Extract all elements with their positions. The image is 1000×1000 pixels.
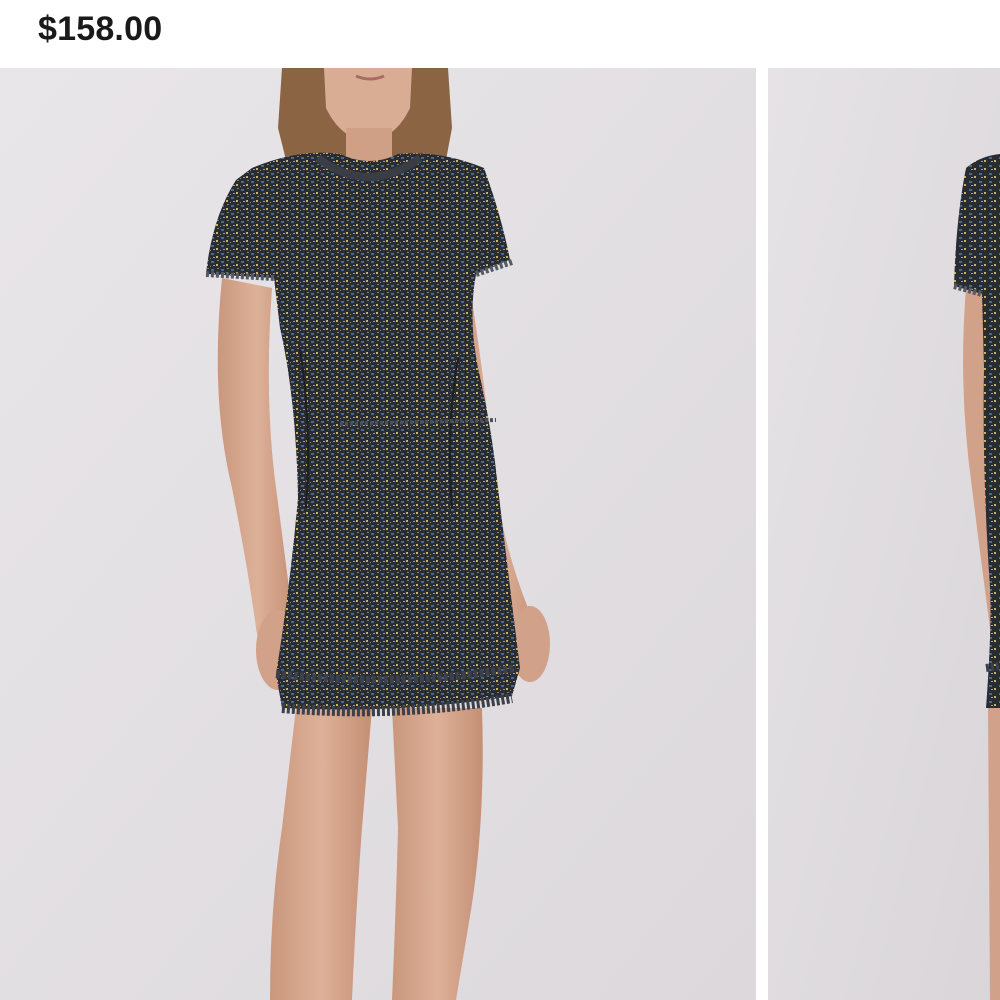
product-image-next[interactable] (768, 68, 1000, 1000)
price-bar: $158.00 (0, 0, 1000, 68)
product-price: $158.00 (38, 10, 163, 48)
image-gallery[interactable] (0, 68, 1000, 1000)
dress-photo-side (768, 68, 1000, 1000)
product-image-main[interactable] (0, 68, 756, 1000)
dress-photo-front (0, 68, 756, 1000)
product-page: $158.00 (0, 0, 1000, 1000)
